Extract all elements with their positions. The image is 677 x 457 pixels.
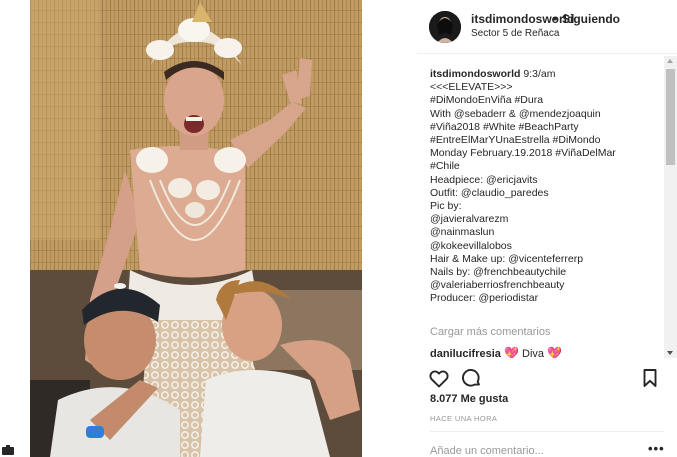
scroll-down-arrow-icon[interactable]	[667, 351, 673, 355]
caption-line: Nails by: @frenchbeautychile	[430, 266, 567, 279]
likes-count[interactable]: 8.077 Me gusta	[430, 393, 508, 405]
add-comment-input[interactable]: Añade un comentario...	[430, 445, 544, 457]
caption-line: @kokeevillalobos	[430, 239, 512, 252]
scrollbar-thumb[interactable]	[666, 69, 675, 165]
comments-area: itsdimondosworld 9:3/am <<<ELEVATE>>> #D…	[417, 56, 677, 358]
following-button[interactable]: Siguiendo	[562, 12, 620, 26]
heart-emoji-icon: 💖	[503, 346, 519, 358]
caption-line: Hair & Make up: @vicenteferrerp	[430, 252, 584, 265]
post-caption: itsdimondosworld 9:3/am <<<ELEVATE>>> #D…	[430, 68, 662, 306]
heart-icon[interactable]	[427, 366, 451, 390]
scroll-up-arrow-icon[interactable]	[667, 59, 673, 63]
post-actions	[417, 362, 677, 394]
post-photo[interactable]	[30, 0, 362, 457]
caption-first-line: itsdimondosworld 9:3/am	[430, 68, 662, 81]
caption-line: Outfit: @claudio_paredes	[430, 186, 549, 199]
comment-item: danilucifresia 💖 Diva 💖	[430, 346, 562, 358]
caption-line: #EntreElMarYUnaEstrella #DiMondo	[430, 134, 601, 147]
post-header: itsdimondosworld • Siguiendo Sector 5 de…	[417, 0, 677, 54]
post-side-panel: itsdimondosworld • Siguiendo Sector 5 de…	[417, 0, 677, 457]
backdrop-strip	[0, 0, 30, 457]
more-options-icon[interactable]: •••	[648, 441, 665, 456]
photo-tag-icon	[2, 445, 14, 455]
separator-bullet: •	[553, 12, 558, 26]
location-link[interactable]: Sector 5 de Reñaca	[471, 28, 559, 39]
heart-emoji-icon: 💖	[547, 346, 563, 358]
username-link[interactable]: itsdimondosworld	[471, 12, 574, 26]
caption-line: Monday February.19.2018 #ViñaDelMar	[430, 147, 616, 160]
avatar[interactable]	[429, 11, 461, 43]
avatar-image	[429, 11, 461, 43]
caption-line: #Viña2018 #White #BeachParty	[430, 120, 579, 133]
caption-line: Headpiece: @ericjavits	[430, 173, 538, 186]
comment-text: Diva	[522, 348, 545, 358]
comment-icon[interactable]	[459, 366, 483, 390]
caption-line: With @sebaderr & @mendezjoaquin	[430, 107, 601, 120]
caption-line: #Chile	[430, 160, 460, 173]
post-timestamp: HACE UNA HORA	[430, 414, 498, 423]
caption-line: #DiMondoEnViña #Dura	[430, 94, 544, 107]
caption-line: @nainmaslun	[430, 226, 495, 239]
bookmark-icon[interactable]	[638, 366, 662, 390]
post-photo-image	[30, 0, 362, 457]
caption-time: 9:3/am	[523, 68, 556, 80]
caption-line: Pic by:	[430, 200, 462, 213]
caption-line: @javieralvarezm	[430, 213, 509, 226]
comment-divider	[430, 431, 664, 432]
load-more-comments-link[interactable]: Cargar más comentarios	[430, 326, 550, 338]
comments-scrollbar[interactable]	[664, 56, 677, 358]
caption-line: <<<ELEVATE>>>	[430, 81, 513, 94]
caption-username[interactable]: itsdimondosworld	[430, 68, 520, 80]
caption-line: Producer: @periodistar	[430, 292, 539, 305]
caption-line: @valeriaberriosfrenchbeauty	[430, 279, 565, 292]
comment-username[interactable]: danilucifresia	[430, 348, 501, 358]
